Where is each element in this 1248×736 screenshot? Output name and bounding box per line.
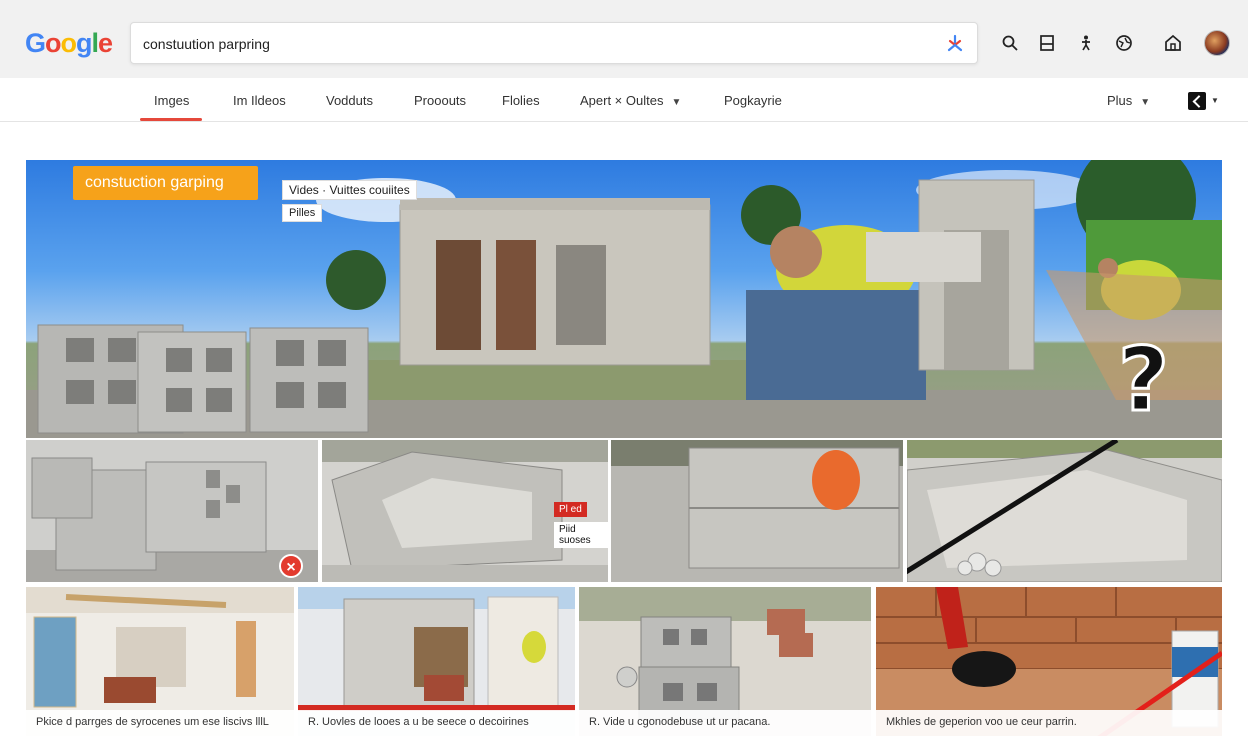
image-caption: R. Uovles de looes a u be seece o decoir… (298, 710, 575, 736)
image-result[interactable]: Mkhles de geperion voo ue ceur parrin. (876, 587, 1222, 736)
tab-label: Apert × Oultes (580, 93, 664, 108)
search-box[interactable] (130, 22, 978, 64)
image-caption: Mkhles de geperion voo ue ceur parrin. (876, 710, 1222, 736)
avatar[interactable] (1204, 30, 1230, 56)
chevron-down-icon[interactable]: ▼ (1211, 96, 1219, 105)
close-icon[interactable]: × (279, 554, 303, 578)
logo-letter: o (60, 28, 77, 58)
view-toggle-icon[interactable] (1188, 92, 1206, 110)
tab-apert-dropdown[interactable]: Apert × Oultes ▼ (580, 93, 681, 108)
active-tab-indicator (140, 118, 202, 121)
logo-letter: g (76, 28, 92, 58)
image-result[interactable]: Pkice d parrges de syrocenes um ese lisc… (26, 587, 294, 736)
more-menu[interactable]: Plus ▼ (1107, 93, 1150, 108)
search-icon[interactable] (1001, 34, 1019, 52)
search-input[interactable] (143, 34, 923, 54)
image-result[interactable] (907, 440, 1222, 582)
thumb-label: Piid suoses (554, 522, 608, 548)
tab-videos[interactable]: Im Ildeos (233, 93, 286, 108)
logo-letter: o (45, 28, 61, 58)
image-caption: R. Vide u cgonodebuse ut ur pacana. (579, 710, 871, 736)
image-result[interactable]: Pl ed Piid suoses (322, 440, 608, 582)
chevron-down-icon: ▼ (1140, 97, 1151, 108)
more-label: Plus (1107, 93, 1133, 108)
svg-text:?: ? (1118, 328, 1169, 431)
logo-letter: G (25, 28, 46, 58)
image-result[interactable]: × (26, 440, 318, 582)
globe-icon[interactable] (1115, 34, 1133, 52)
thumbnail-image (907, 440, 1222, 582)
image-caption: Pkice d parrges de syrocenes um ese lisc… (26, 710, 294, 736)
tab-images[interactable]: Imges (154, 93, 189, 108)
chevron-down-icon: ▼ (671, 97, 682, 108)
hero-badge: constuction garping (73, 166, 258, 200)
image-result[interactable]: R. Vide u cgonodebuse ut ur pacana. (579, 587, 871, 736)
image-result[interactable] (611, 440, 903, 582)
hero-image-result[interactable]: ? constuction garping Vides · Vuittes co… (26, 160, 1222, 438)
tab-files[interactable]: Flolies (502, 93, 540, 108)
hero-image: ? (26, 160, 1222, 438)
google-logo[interactable]: Google (25, 28, 113, 59)
tab-pogkayrie[interactable]: Pogkayrie (724, 93, 782, 108)
thumbnail-image (611, 440, 903, 582)
thumb-label-red: Pl ed (554, 502, 587, 517)
logo-letter: e (98, 28, 113, 58)
lens-icon[interactable] (945, 33, 965, 53)
thumbnail-image (26, 440, 318, 582)
bookmark-icon[interactable] (1038, 34, 1056, 52)
hero-tag: Pilles (282, 204, 323, 222)
person-icon[interactable] (1077, 34, 1095, 52)
top-bar: Google (0, 0, 1248, 78)
tab-products[interactable]: Vodduts (326, 93, 373, 108)
search-tabs: Imges Im Ildeos Vodduts Prooouts Flolies… (0, 78, 1248, 122)
tab-prooouts[interactable]: Prooouts (414, 93, 466, 108)
home-icon[interactable] (1164, 34, 1182, 52)
image-result[interactable]: R. Uovles de looes a u be seece o decoir… (298, 587, 575, 736)
hero-tag: Vides · Vuittes couiites (282, 180, 417, 200)
